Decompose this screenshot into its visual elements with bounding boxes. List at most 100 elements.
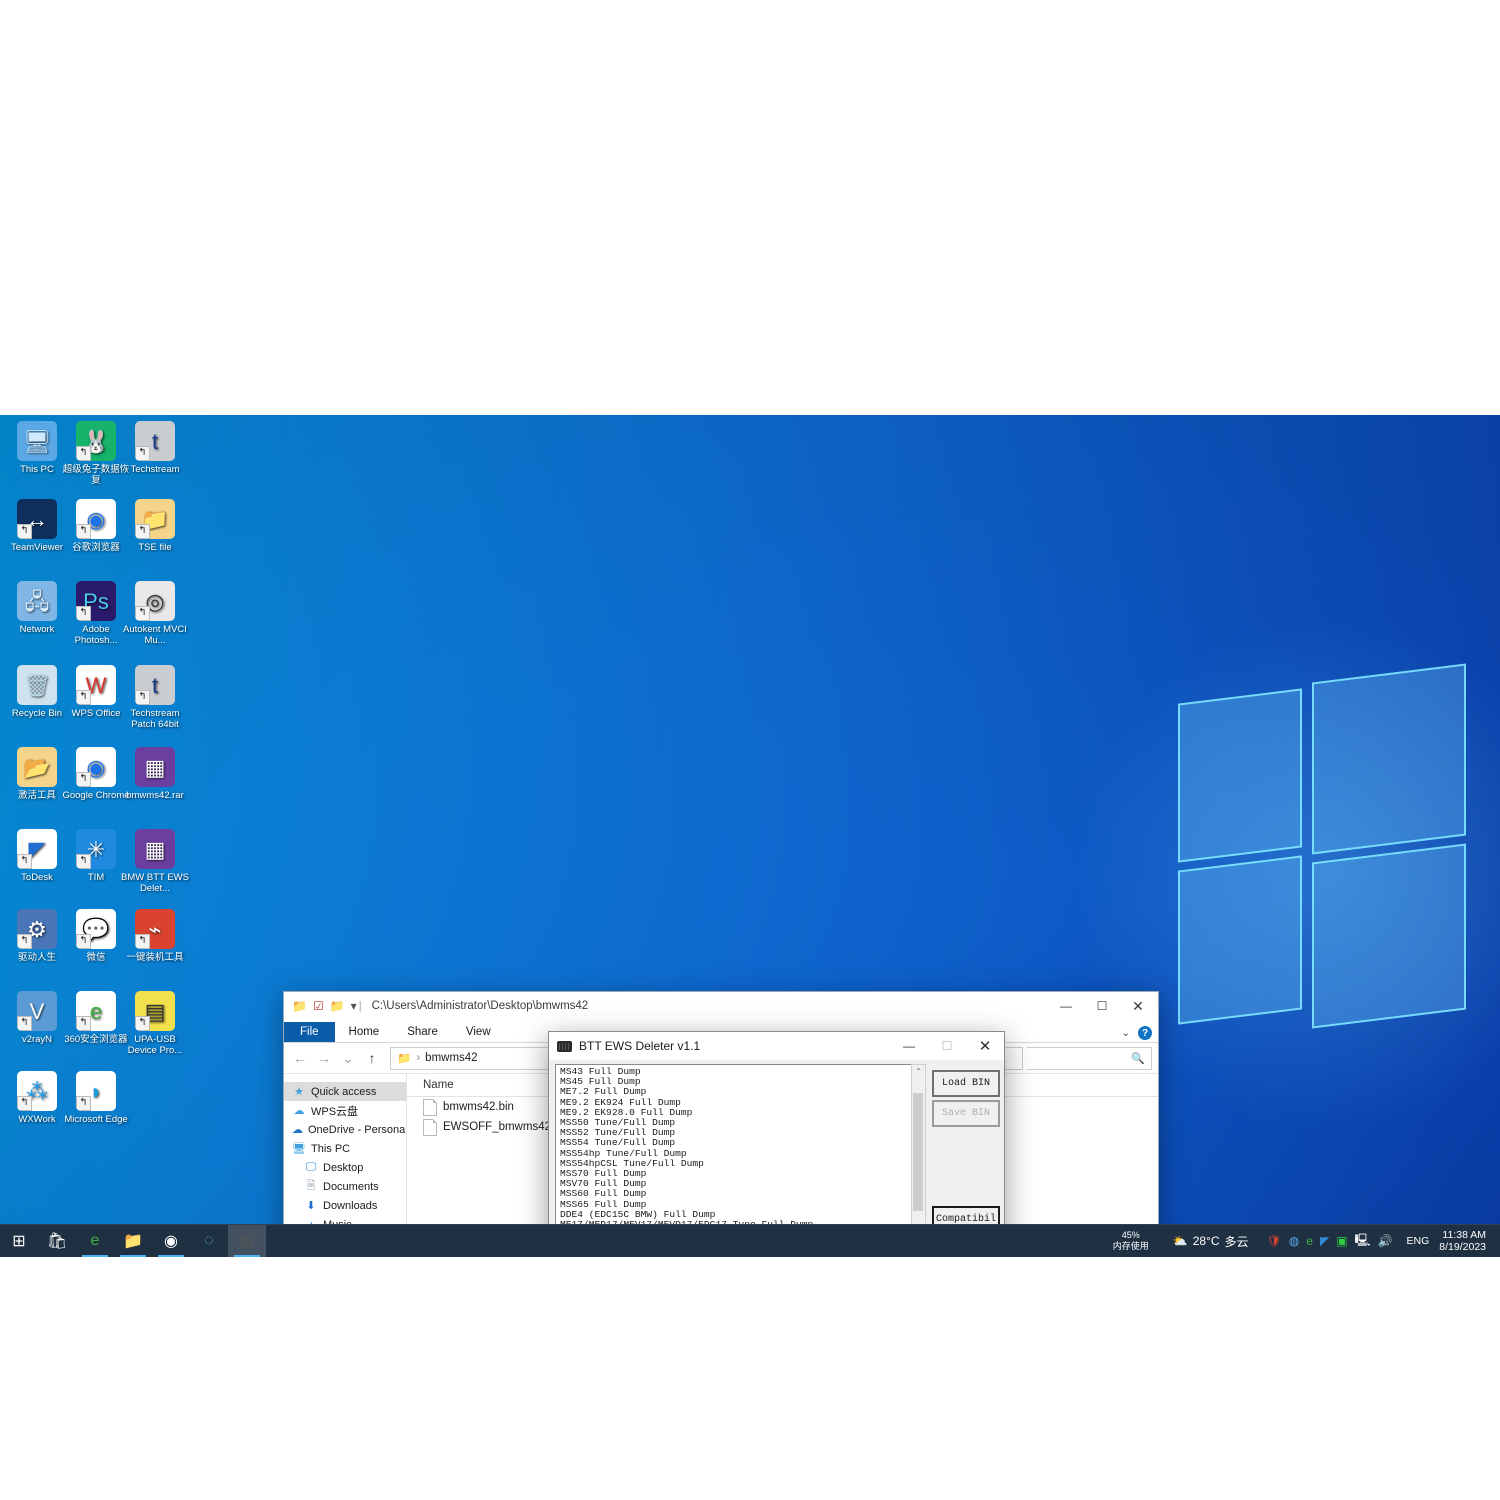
sidebar-item-wps[interactable]: ☁ WPS云盘 [284,1101,406,1120]
microsoft-store-icon[interactable]: 🛍 [38,1225,76,1257]
desktop-icon-upa-usb-chip[interactable]: ▤ ↰ UPA-USB Device Pro... [120,991,190,1056]
ribbon-help-group[interactable]: ⌄ ? [1122,1026,1152,1040]
sidebar-item-desktop[interactable]: 🖵 Desktop [284,1158,406,1177]
folder-icon[interactable]: 📁 [292,999,307,1013]
search-input[interactable]: 🔍 [1027,1046,1152,1070]
shortcut-overlay-icon: ↰ [17,934,32,949]
taskbar-right[interactable]: 45% 内存使用 ⛅ 28°C 多云 🛡 ◍ e ◤ ▣ 🖳 🔊 ENG 11:38 AM … [1099,1225,1500,1257]
btt-button-column[interactable]: Load BIN Save BIN Compatibil [932,1064,1000,1233]
input-language-indicator[interactable]: ENG [1401,1235,1436,1247]
sidebar-item-label: Quick access [311,1085,377,1098]
new-folder-icon[interactable]: 📁 [330,999,345,1013]
chevron-down-icon[interactable]: ⌄ [1122,1028,1130,1039]
sidebar-item-this-pc[interactable]: 🖥 This PC [284,1139,406,1158]
quick-access-toolbar[interactable]: 📁 ☑ 📁 ▾ [292,999,357,1013]
taskbar[interactable]: ⊞ 🛍 e 📁 ◉ ◌ ▤ 45% 内存使用 ⛅ 28°C 多云 🛡 ◍ e ◤ ▣ 🖳 🔊 ENG 1… [0,1224,1500,1257]
desktop-icon-winrar-archive[interactable]: ▦ bmwms42.rar [120,747,190,801]
360-browser-taskbar-icon[interactable]: e [76,1225,114,1257]
security-shield-tray-icon[interactable]: 🛡 [1267,1234,1282,1248]
computer-icon: 🖥 [292,1143,306,1155]
desktop-icon-label: Techstream Patch 64bit [130,708,180,730]
search-companion-icon[interactable]: ◌ [190,1225,228,1257]
shortcut-overlay-icon: ↰ [135,606,150,621]
computer-icon: 🖥 [17,421,57,461]
btt-ews-deleter-icon: ▤ [239,1233,255,1250]
maximize-button[interactable]: ☐ [1084,993,1120,1020]
close-button[interactable]: ✕ [1120,993,1156,1020]
sidebar-item-documents[interactable]: 🗎 Documents [284,1177,406,1196]
desktop-icon-label: bmwms42.rar [126,790,184,801]
desktop[interactable]: 🖥 This PC 🐰 ↰ 超级兔子数据恢复 t ↰ Techstream ↔ ↰ TeamView… [0,415,1500,1257]
help-icon[interactable]: ? [1138,1026,1152,1040]
taskbar-active-underline [234,1255,260,1257]
taskbar-active-underline [120,1255,146,1257]
shortcut-overlay-icon: ↰ [17,1096,32,1111]
back-button[interactable]: ← [290,1050,310,1066]
star-icon: ★ [294,1086,304,1098]
btt-window-controls[interactable]: — ☐ ✕ [890,1033,1004,1060]
network-tray-icon[interactable]: 🖳 [1355,1231,1371,1252]
photoshop-icon: Ps ↰ [76,581,116,621]
toyota-icon: ◎ ↰ [135,581,175,621]
properties-icon[interactable]: ☑ [313,999,324,1013]
chrome-icon: ◉ [164,1233,178,1250]
recent-locations-button[interactable]: ⌄ [338,1050,358,1067]
scroll-up-arrow-icon[interactable]: ⌃ [912,1065,925,1077]
sidebar-item-downloads[interactable]: ⬇ Downloads [284,1196,406,1215]
explorer-title-bar[interactable]: 📁 ☑ 📁 ▾ | C:\Users\Administrator\Desktop\bm… [284,992,1158,1020]
sidebar-item-onedrive-personal[interactable]: ☁ OneDrive - Personal [284,1120,406,1139]
driver-life-icon: ⚙ ↰ [17,909,57,949]
ribbon-tab-view[interactable]: View [452,1023,505,1042]
minimize-button[interactable]: — [1048,993,1084,1020]
todesk-tray-icon[interactable]: ◤ [1320,1234,1329,1248]
downloads-icon: ⬇ [306,1200,316,1212]
desktop-icon-edge[interactable]: ◗ ↰ Microsoft Edge [61,1071,131,1125]
ribbon-tab-list[interactable]: File Home Share View [284,1022,505,1042]
ribbon-tab-share[interactable]: Share [393,1023,452,1042]
btt-minimize-button[interactable]: — [890,1033,928,1060]
desktop-icon-one-key-install[interactable]: ⌁ ↰ 一键装机工具 [120,909,190,963]
load-bin-button[interactable]: Load BIN [932,1070,1000,1097]
recycle-bin-icon: 🗑 [17,665,57,705]
wechat-tray-icon[interactable]: ▣ [1336,1234,1347,1248]
browser-tray-icon[interactable]: e [1306,1234,1313,1248]
desktop-icon-techstream-patch[interactable]: t ↰ Techstream Patch 64bit [120,665,190,730]
desktop-icon-winrar-archive[interactable]: ▦ BMW BTT EWS Delet... [120,829,190,894]
system-tray[interactable]: 🛡 ◍ e ◤ ▣ 🖳 🔊 [1259,1231,1401,1252]
shortcut-overlay-icon: ↰ [135,446,150,461]
shortcut-overlay-icon: ↰ [76,606,91,621]
forward-button[interactable]: → [314,1050,334,1066]
chrome-taskbar-icon[interactable]: ◉ [152,1225,190,1257]
breadcrumb-current[interactable]: bmwms42 [425,1052,477,1064]
tim-icon: ✳ ↰ [76,829,116,869]
up-button[interactable]: ↑ [362,1050,382,1066]
btt-title-bar[interactable]: BTT EWS Deleter v1.1 — ☐ ✕ [549,1032,1004,1060]
ribbon-tab-file[interactable]: File [284,1022,335,1042]
weather-widget[interactable]: ⛅ 28°C 多云 [1163,1233,1259,1250]
ribbon-tab-home[interactable]: Home [335,1023,394,1042]
start-button[interactable]: ⊞ [0,1225,38,1257]
file-explorer-taskbar-icon[interactable]: 📁 [114,1225,152,1257]
weather-temperature: 28°C [1192,1234,1220,1248]
ecu-dump-list[interactable]: MS43 Full Dump MS45 Full Dump ME7.2 Full D… [555,1064,916,1234]
btt-close-button[interactable]: ✕ [966,1033,1004,1060]
explorer-window-controls[interactable]: — ☐ ✕ [1048,993,1156,1020]
btt-body: MS43 Full Dump MS45 Full Dump ME7.2 Full D… [549,1060,1004,1244]
shortcut-overlay-icon: ↰ [17,524,32,539]
scrollbar-thumb[interactable] [913,1093,923,1211]
desktop-icon-techstream[interactable]: t ↰ Techstream [120,421,190,475]
column-header-name[interactable]: Name [407,1079,454,1091]
wps-office-icon: W ↰ [76,665,116,705]
desktop-icon-folder[interactable]: 📁 ↰ TSE file [120,499,190,553]
btt-ews-deleter-taskbar-icon[interactable]: ▤ [228,1225,266,1257]
ecu-list-scrollbar[interactable]: ⌃ ⌄ [911,1064,926,1232]
desktop-icon-toyota[interactable]: ◎ ↰ Autokent MVCI Mu... [120,581,190,646]
volume-tray-icon[interactable]: 🔊 [1378,1234,1393,1248]
wps-cloud-icon: ☁ [293,1105,305,1117]
clock[interactable]: 11:38 AM 8/19/2023 [1435,1229,1494,1253]
360-tray-icon[interactable]: ◍ [1289,1234,1299,1248]
taskbar-items[interactable]: ⊞ 🛍 e 📁 ◉ ◌ ▤ [0,1225,266,1257]
btt-maximize-button: ☐ [941,1039,953,1053]
wallpaper-pane-1 [1178,688,1302,863]
sidebar-item-quick-access[interactable]: ★ Quick access [284,1082,406,1101]
